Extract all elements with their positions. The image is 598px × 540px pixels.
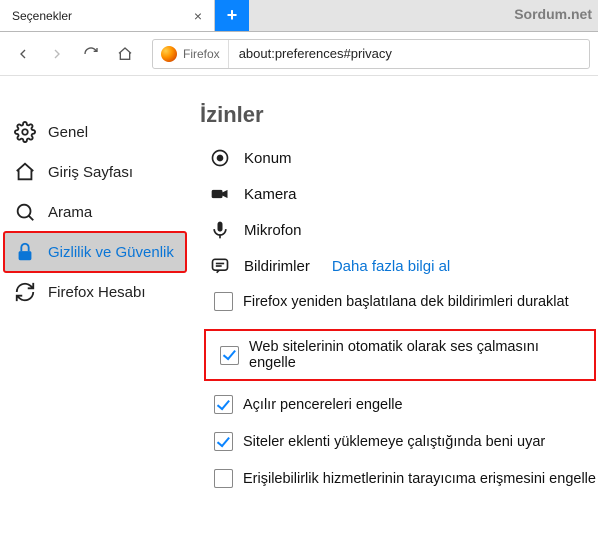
check-pause-notifications[interactable]: Firefox yeniden başlatılana dek bildirim… bbox=[214, 292, 598, 311]
perm-microphone: Mikrofon bbox=[200, 220, 598, 240]
sidebar-item-privacy[interactable]: Gizlilik ve Güvenlik bbox=[4, 232, 186, 272]
tab-title: Seçenekler bbox=[12, 9, 190, 23]
watermark-text: Sordum.net bbox=[514, 6, 592, 22]
perm-label: Mikrofon bbox=[244, 222, 302, 239]
reload-button[interactable] bbox=[76, 39, 106, 69]
sidebar-item-general[interactable]: Genel bbox=[4, 112, 186, 152]
url-brand: Firefox bbox=[183, 47, 220, 61]
perm-label: Kamera bbox=[244, 186, 297, 203]
identity-box[interactable]: Firefox bbox=[153, 40, 229, 68]
perm-label: Konum bbox=[244, 150, 292, 167]
content-area: İzinler Konum Kamera Mikrofon Bildirimle… bbox=[190, 76, 598, 540]
new-tab-button[interactable]: + bbox=[215, 0, 249, 31]
check-label: Firefox yeniden başlatılana dek bildirim… bbox=[243, 294, 569, 310]
sidebar-item-label: Firefox Hesabı bbox=[48, 284, 146, 301]
sidebar-item-account[interactable]: Firefox Hesabı bbox=[4, 272, 186, 312]
sidebar-item-home[interactable]: Giriş Sayfası bbox=[4, 152, 186, 192]
perm-location: Konum bbox=[200, 148, 598, 168]
sync-icon bbox=[14, 281, 36, 303]
check-label: Siteler eklenti yüklemeye çalıştığında b… bbox=[243, 434, 545, 450]
camera-icon bbox=[210, 184, 230, 204]
toolbar: Firefox about:preferences#privacy bbox=[0, 32, 598, 76]
microphone-icon bbox=[210, 220, 230, 240]
close-icon[interactable]: × bbox=[190, 8, 206, 24]
notifications-learn-more-link[interactable]: Daha fazla bilgi al bbox=[332, 258, 450, 275]
highlight-autoplay: Web sitelerinin otomatik olarak ses çalm… bbox=[204, 329, 596, 381]
sidebar-item-label: Gizlilik ve Güvenlik bbox=[48, 244, 174, 261]
sidebar-item-label: Arama bbox=[48, 204, 92, 221]
forward-button[interactable] bbox=[42, 39, 72, 69]
check-block-a11y[interactable]: Erişilebilirlik hizmetlerinin tarayıcıma… bbox=[214, 469, 598, 488]
sidebar-item-search[interactable]: Arama bbox=[4, 192, 186, 232]
checkbox-icon[interactable] bbox=[214, 292, 233, 311]
tab-bar: Seçenekler × + Sordum.net bbox=[0, 0, 598, 32]
gear-icon bbox=[14, 121, 36, 143]
check-label: Açılır pencereleri engelle bbox=[243, 397, 403, 413]
home-button[interactable] bbox=[110, 39, 140, 69]
section-title: İzinler bbox=[200, 102, 598, 128]
location-icon bbox=[210, 148, 230, 168]
perm-label: Bildirimler bbox=[244, 258, 310, 275]
check-block-autoplay[interactable]: Web sitelerinin otomatik olarak ses çalm… bbox=[220, 339, 588, 371]
url-text: about:preferences#privacy bbox=[229, 46, 402, 61]
checkbox-icon[interactable] bbox=[220, 346, 239, 365]
checkbox-icon[interactable] bbox=[214, 432, 233, 451]
perm-camera: Kamera bbox=[200, 184, 598, 204]
lock-icon bbox=[14, 241, 36, 263]
perm-notifications: Bildirimler Daha fazla bilgi al bbox=[200, 256, 598, 276]
sidebar-item-label: Giriş Sayfası bbox=[48, 164, 133, 181]
notification-icon bbox=[210, 256, 230, 276]
sidebar: Genel Giriş Sayfası Arama Gizlilik ve Gü… bbox=[0, 76, 190, 540]
url-bar[interactable]: Firefox about:preferences#privacy bbox=[152, 39, 590, 69]
check-block-popups[interactable]: Açılır pencereleri engelle bbox=[214, 395, 598, 414]
back-button[interactable] bbox=[8, 39, 38, 69]
firefox-icon bbox=[161, 46, 177, 62]
tab-preferences[interactable]: Seçenekler × bbox=[0, 0, 215, 31]
search-icon bbox=[14, 201, 36, 223]
checkbox-icon[interactable] bbox=[214, 395, 233, 414]
check-label: Web sitelerinin otomatik olarak ses çalm… bbox=[249, 339, 588, 371]
sidebar-item-label: Genel bbox=[48, 124, 88, 141]
check-warn-addons[interactable]: Siteler eklenti yüklemeye çalıştığında b… bbox=[214, 432, 598, 451]
checkbox-icon[interactable] bbox=[214, 469, 233, 488]
check-label: Erişilebilirlik hizmetlerinin tarayıcıma… bbox=[243, 471, 596, 487]
home-icon bbox=[14, 161, 36, 183]
